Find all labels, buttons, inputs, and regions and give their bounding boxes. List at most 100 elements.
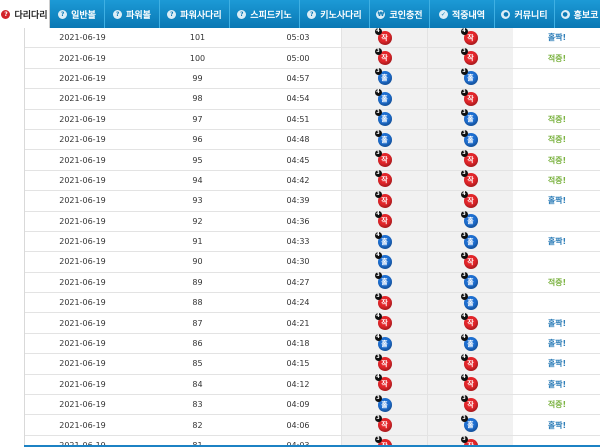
ball-count-badge: 3	[374, 170, 382, 178]
ball-label: 홀	[381, 115, 388, 124]
ball-label: 홀	[381, 94, 388, 103]
tab-5[interactable]: ? 키노사다리	[300, 0, 370, 28]
result-cell: 적중!	[547, 114, 567, 124]
round-cell: 84	[192, 379, 203, 389]
date-cell: 2021-06-19	[59, 73, 106, 83]
time-cell: 04:33	[286, 237, 310, 247]
table-row: 2021-06-19 98 04:54 4 홀 3 작	[25, 88, 600, 110]
red-ball-icon: 4작	[374, 28, 392, 45]
result-cell: 적중!	[547, 53, 567, 63]
pick2-cell: 3작	[427, 251, 513, 272]
tab-label: 일반볼	[71, 10, 96, 21]
round-cell: 87	[192, 318, 203, 328]
round-cell: 93	[192, 196, 203, 206]
results-table: 2021-06-19 101 05:03 4 작 4 작 홀짝! 2021-06-19 100 05…	[24, 28, 600, 447]
round-cell: 88	[192, 298, 203, 308]
tab-3[interactable]: ? 파워사다리	[160, 0, 230, 28]
tab-label: 코인충전	[389, 10, 423, 21]
blue-ball-icon: 3홀	[460, 272, 478, 290]
pick1-cell: 3작	[341, 190, 427, 211]
pick1-cell: 4작	[341, 374, 427, 395]
pick2-cell: 4작	[427, 190, 513, 211]
date-cell: 2021-06-19	[59, 216, 106, 226]
ball-label: 작	[381, 176, 388, 185]
tab-1[interactable]: ? 일반볼	[50, 0, 105, 28]
ball-count-badge: 3	[374, 292, 382, 300]
blue-ball-icon: 3홀	[374, 272, 392, 290]
date-cell: 2021-06-19	[59, 175, 106, 185]
time-cell: 04:48	[286, 135, 310, 145]
question-icon: ?	[167, 9, 177, 19]
result-cell: 홀짝!	[547, 379, 567, 389]
ball-count-badge: 4	[374, 251, 382, 259]
red-ball-icon: 4작	[460, 190, 478, 208]
ball-label: 작	[381, 380, 388, 389]
ball-count-badge: 3	[460, 150, 468, 158]
ball-count-badge: 3	[460, 251, 468, 259]
date-cell: 2021-06-19	[59, 400, 106, 410]
ball-label: 홀	[381, 257, 388, 266]
question-icon: ?	[307, 9, 317, 19]
red-ball-icon: 4작	[374, 313, 392, 331]
ball-count-badge: 4	[374, 374, 382, 382]
red-ball-icon: 3작	[374, 353, 392, 371]
tab-6[interactable]: ₩ 코인충전	[370, 0, 430, 28]
community-icon: ●	[501, 9, 511, 19]
red-ball-icon: 4작	[460, 28, 478, 45]
tab-0[interactable]: ? 다리다리	[0, 0, 50, 28]
question-icon: ?	[237, 9, 247, 19]
tab-9[interactable]: ● 홍보코	[555, 0, 600, 28]
red-ball-icon: 3작	[460, 150, 478, 168]
tab-label: 키노사다리	[320, 10, 362, 21]
blue-ball-icon: 3홀	[374, 129, 392, 147]
red-ball-icon: 3작	[374, 48, 392, 66]
ball-count-badge: 3	[460, 415, 468, 423]
pick2-cell: 4작	[427, 313, 513, 333]
pick2-cell: 3작	[427, 48, 513, 68]
ball-count-badge: 3	[460, 129, 468, 137]
blue-ball-icon: 4홀	[374, 251, 392, 269]
ball-label: 작	[381, 217, 388, 226]
red-ball-icon: 3작	[460, 394, 478, 412]
pick1-cell: 4홀	[341, 251, 427, 272]
tab-label: 적중내역	[451, 10, 486, 21]
blue-ball-icon: 3홀	[374, 109, 392, 127]
red-ball-icon: 4작	[374, 211, 392, 229]
tab-7[interactable]: ✓ 적중내역	[430, 0, 495, 28]
date-cell: 2021-06-19	[59, 114, 106, 124]
ball-count-badge: 3	[374, 129, 382, 137]
red-ball-icon: 3작	[460, 48, 478, 66]
tab-label: 커뮤니티	[514, 10, 548, 21]
date-cell: 2021-06-19	[59, 53, 106, 63]
time-cell: 04:36	[286, 216, 310, 226]
date-cell: 2021-06-19	[59, 379, 106, 389]
red-ball-icon: 3작	[374, 150, 392, 168]
ball-count-badge: 3	[374, 190, 382, 198]
pick1-cell: 4작	[341, 313, 427, 333]
blue-ball-icon: 3홀	[460, 109, 478, 127]
ball-label: 작	[467, 94, 474, 103]
tab-8[interactable]: ● 커뮤니티	[495, 0, 555, 28]
result-cell: 적중!	[547, 175, 567, 185]
tab-4[interactable]: ? 스피드키노	[230, 0, 300, 28]
tab-2[interactable]: ? 파워볼	[105, 0, 160, 28]
pick1-cell: 3홀	[341, 68, 427, 89]
blue-ball-icon: 3홀	[460, 415, 478, 433]
pick1-cell: 3작	[341, 48, 427, 68]
pick1-cell: 4작	[341, 211, 427, 231]
time-cell: 04:12	[286, 379, 310, 389]
result-cell	[513, 293, 600, 312]
pick2-cell: 4작	[427, 374, 513, 395]
table-row: 2021-06-19 85 04:15 3 작 4 작 홀짝!	[25, 353, 600, 375]
pick2-cell: 3홀	[427, 129, 513, 150]
pick2-cell: 3홀	[427, 109, 513, 129]
date-cell: 2021-06-19	[59, 420, 106, 430]
time-cell: 04:18	[286, 339, 310, 349]
time-cell: 04:09	[286, 400, 310, 410]
date-cell: 2021-06-19	[59, 298, 106, 308]
tab-label: 홍보코	[573, 10, 599, 21]
ball-label: 작	[381, 359, 388, 368]
ball-count-badge: 3	[374, 150, 382, 158]
pick1-cell: 3홀	[341, 272, 427, 293]
round-cell: 82	[192, 420, 203, 430]
